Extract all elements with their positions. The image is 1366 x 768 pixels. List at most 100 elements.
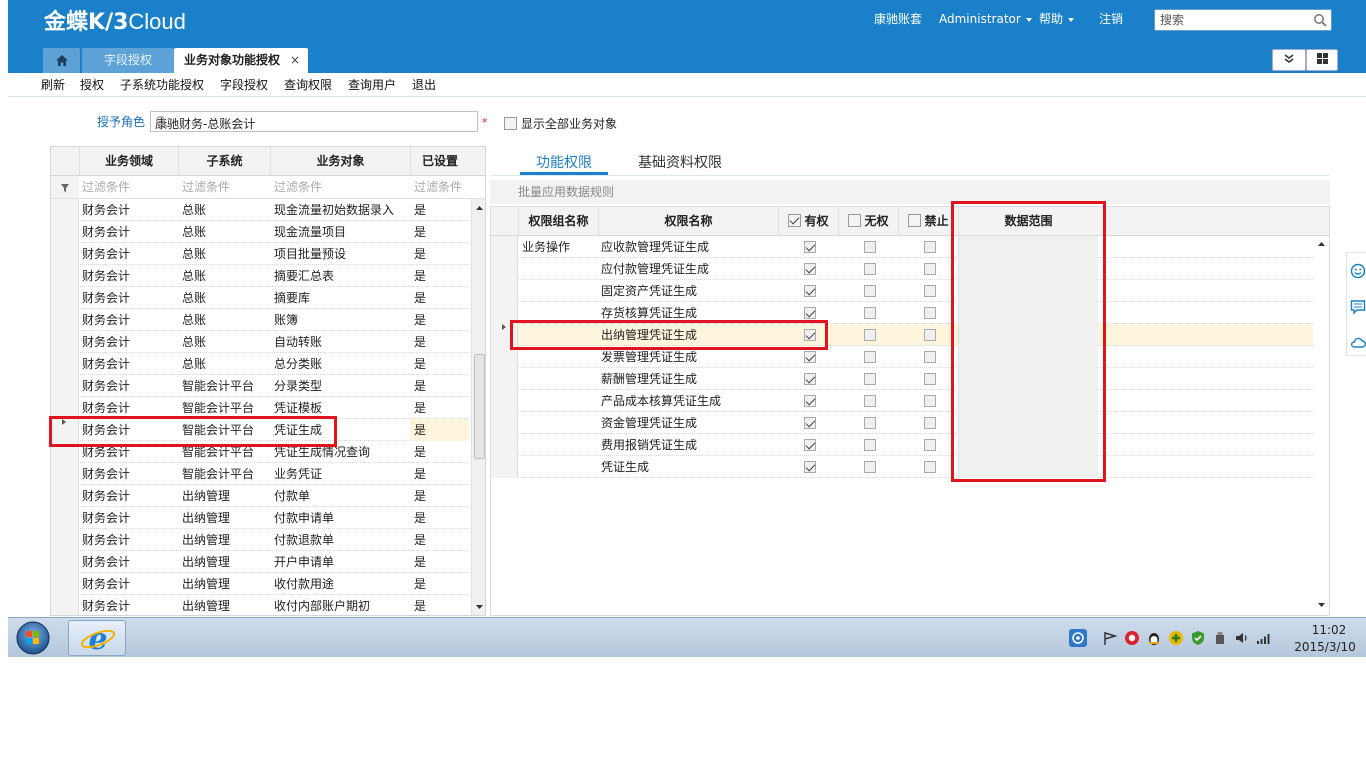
filter-business-domain[interactable]: 过滤条件 — [82, 176, 130, 198]
checkbox[interactable] — [864, 285, 876, 297]
table-row[interactable]: 财务会计 总账 摘要库 是 — [51, 287, 469, 309]
table-row[interactable]: 财务会计 智能会计平台 分录类型 是 — [51, 375, 469, 397]
row-indicator[interactable] — [491, 302, 518, 324]
permission-row[interactable]: 应付款管理凭证生成 — [491, 258, 1313, 280]
table-row[interactable]: 财务会计 出纳管理 收付内部账户期初 是 — [51, 595, 469, 615]
filter-icon[interactable] — [51, 176, 79, 198]
checkbox[interactable] — [804, 285, 816, 297]
checkbox[interactable] — [864, 373, 876, 385]
column-group-name[interactable]: 权限组名称 — [518, 207, 598, 236]
row-indicator[interactable] — [51, 441, 79, 463]
cell-data-scope[interactable] — [958, 302, 1098, 324]
menu-query-user[interactable]: 查询用户 — [348, 77, 396, 93]
cell-data-scope[interactable] — [958, 324, 1098, 346]
shield-icon[interactable] — [1190, 630, 1206, 646]
table-row[interactable]: 财务会计 出纳管理 付款申请单 是 — [51, 507, 469, 529]
row-indicator[interactable] — [51, 287, 79, 309]
row-indicator[interactable] — [491, 368, 518, 390]
signal-icon[interactable] — [1256, 630, 1272, 646]
expand-button[interactable] — [1272, 49, 1306, 71]
cell-data-scope[interactable] — [958, 368, 1098, 390]
scroll-down-icon[interactable] — [473, 602, 486, 612]
permission-row[interactable]: 薪酬管理凭证生成 — [491, 368, 1313, 390]
checkbox[interactable] — [864, 461, 876, 473]
row-indicator[interactable] — [51, 309, 79, 331]
menu-query-permission[interactable]: 查询权限 — [284, 77, 332, 93]
bulk-apply-data-rule-button[interactable]: 批量应用数据规则 — [490, 180, 1330, 204]
table-row[interactable]: 财务会计 出纳管理 付款单 是 — [51, 485, 469, 507]
table-row[interactable]: 财务会计 总账 账簿 是 — [51, 309, 469, 331]
menu-authorize[interactable]: 授权 — [80, 77, 104, 93]
row-indicator[interactable] — [51, 221, 79, 243]
table-row[interactable]: 财务会计 智能会计平台 凭证生成 是 — [51, 419, 469, 441]
column-business-object[interactable]: 业务对象 — [270, 147, 410, 176]
tab-home[interactable] — [43, 48, 80, 73]
filter-business-object[interactable]: 过滤条件 — [274, 176, 322, 198]
windows-start-icon[interactable] — [13, 620, 53, 656]
checkbox[interactable] — [864, 439, 876, 451]
internet-explorer-taskbar-button[interactable]: e — [68, 620, 126, 657]
checkbox[interactable] — [804, 461, 816, 473]
permission-row[interactable]: 存货核算凭证生成 — [491, 302, 1313, 324]
column-permission-name[interactable]: 权限名称 — [598, 207, 778, 236]
permission-row[interactable]: 凭证生成 — [491, 456, 1313, 478]
table-row[interactable]: 财务会计 智能会计平台 业务凭证 是 — [51, 463, 469, 485]
checkbox[interactable] — [924, 307, 936, 319]
checkbox[interactable] — [864, 351, 876, 363]
row-indicator[interactable] — [51, 199, 79, 221]
search-icon[interactable] — [155, 115, 473, 131]
cell-data-scope[interactable] — [958, 390, 1098, 412]
checkbox[interactable] — [924, 263, 936, 275]
row-indicator[interactable] — [51, 595, 79, 615]
permission-row[interactable]: 固定资产凭证生成 — [491, 280, 1313, 302]
table-row[interactable]: 财务会计 出纳管理 开户申请单 是 — [51, 551, 469, 573]
checkbox[interactable] — [864, 417, 876, 429]
smiley-icon[interactable] — [1350, 263, 1366, 279]
row-indicator[interactable] — [51, 397, 79, 419]
row-indicator[interactable] — [51, 331, 79, 353]
row-indicator[interactable] — [491, 324, 518, 346]
row-indicator[interactable] — [491, 434, 518, 456]
checkbox[interactable] — [504, 117, 517, 130]
menu-refresh[interactable]: 刷新 — [41, 77, 65, 93]
column-forbid[interactable]: 禁止 — [898, 207, 958, 236]
permission-row[interactable]: 产品成本核算凭证生成 — [491, 390, 1313, 412]
filter-subsystem[interactable]: 过滤条件 — [182, 176, 230, 198]
qq-group-icon[interactable] — [1146, 630, 1162, 646]
network-icon[interactable] — [1068, 628, 1088, 648]
cell-data-scope[interactable] — [958, 236, 1098, 258]
row-indicator[interactable] — [491, 258, 518, 280]
checkbox[interactable] — [924, 329, 936, 341]
table-row[interactable]: 财务会计 总账 项目批量预设 是 — [51, 243, 469, 265]
comment-icon[interactable] — [1350, 299, 1366, 315]
logout-link[interactable]: 注销 — [1099, 11, 1123, 27]
row-indicator[interactable] — [491, 236, 518, 258]
row-indicator[interactable] — [51, 551, 79, 573]
menu-exit[interactable]: 退出 — [412, 77, 436, 93]
checkbox[interactable] — [804, 395, 816, 407]
row-indicator[interactable] — [491, 346, 518, 368]
column-subsystem[interactable]: 子系统 — [178, 147, 270, 176]
column-business-domain[interactable]: 业务领域 — [79, 147, 178, 176]
table-row[interactable]: 财务会计 总账 摘要汇总表 是 — [51, 265, 469, 287]
cell-data-scope[interactable] — [958, 258, 1098, 280]
row-indicator[interactable] — [51, 243, 79, 265]
checkbox[interactable] — [924, 241, 936, 253]
volume-icon[interactable] — [1234, 630, 1250, 646]
row-indicator[interactable] — [51, 463, 79, 485]
user-menu[interactable]: Administrator — [939, 11, 1032, 27]
cloud-icon[interactable] — [1350, 335, 1366, 351]
checkbox[interactable] — [804, 439, 816, 451]
checkbox[interactable] — [864, 307, 876, 319]
column-configured[interactable]: 已设置 — [410, 147, 469, 176]
checkbox[interactable] — [924, 373, 936, 385]
search-input[interactable] — [1160, 12, 1310, 28]
role-field[interactable]: 康驰财务-总账会计 — [150, 111, 478, 132]
row-indicator[interactable] — [51, 375, 79, 397]
checkbox[interactable] — [804, 417, 816, 429]
checkbox[interactable] — [924, 461, 936, 473]
cell-data-scope[interactable] — [958, 280, 1098, 302]
menu-field-authorize[interactable]: 字段授权 — [220, 77, 268, 93]
cell-data-scope[interactable] — [958, 412, 1098, 434]
cell-data-scope[interactable] — [958, 346, 1098, 368]
